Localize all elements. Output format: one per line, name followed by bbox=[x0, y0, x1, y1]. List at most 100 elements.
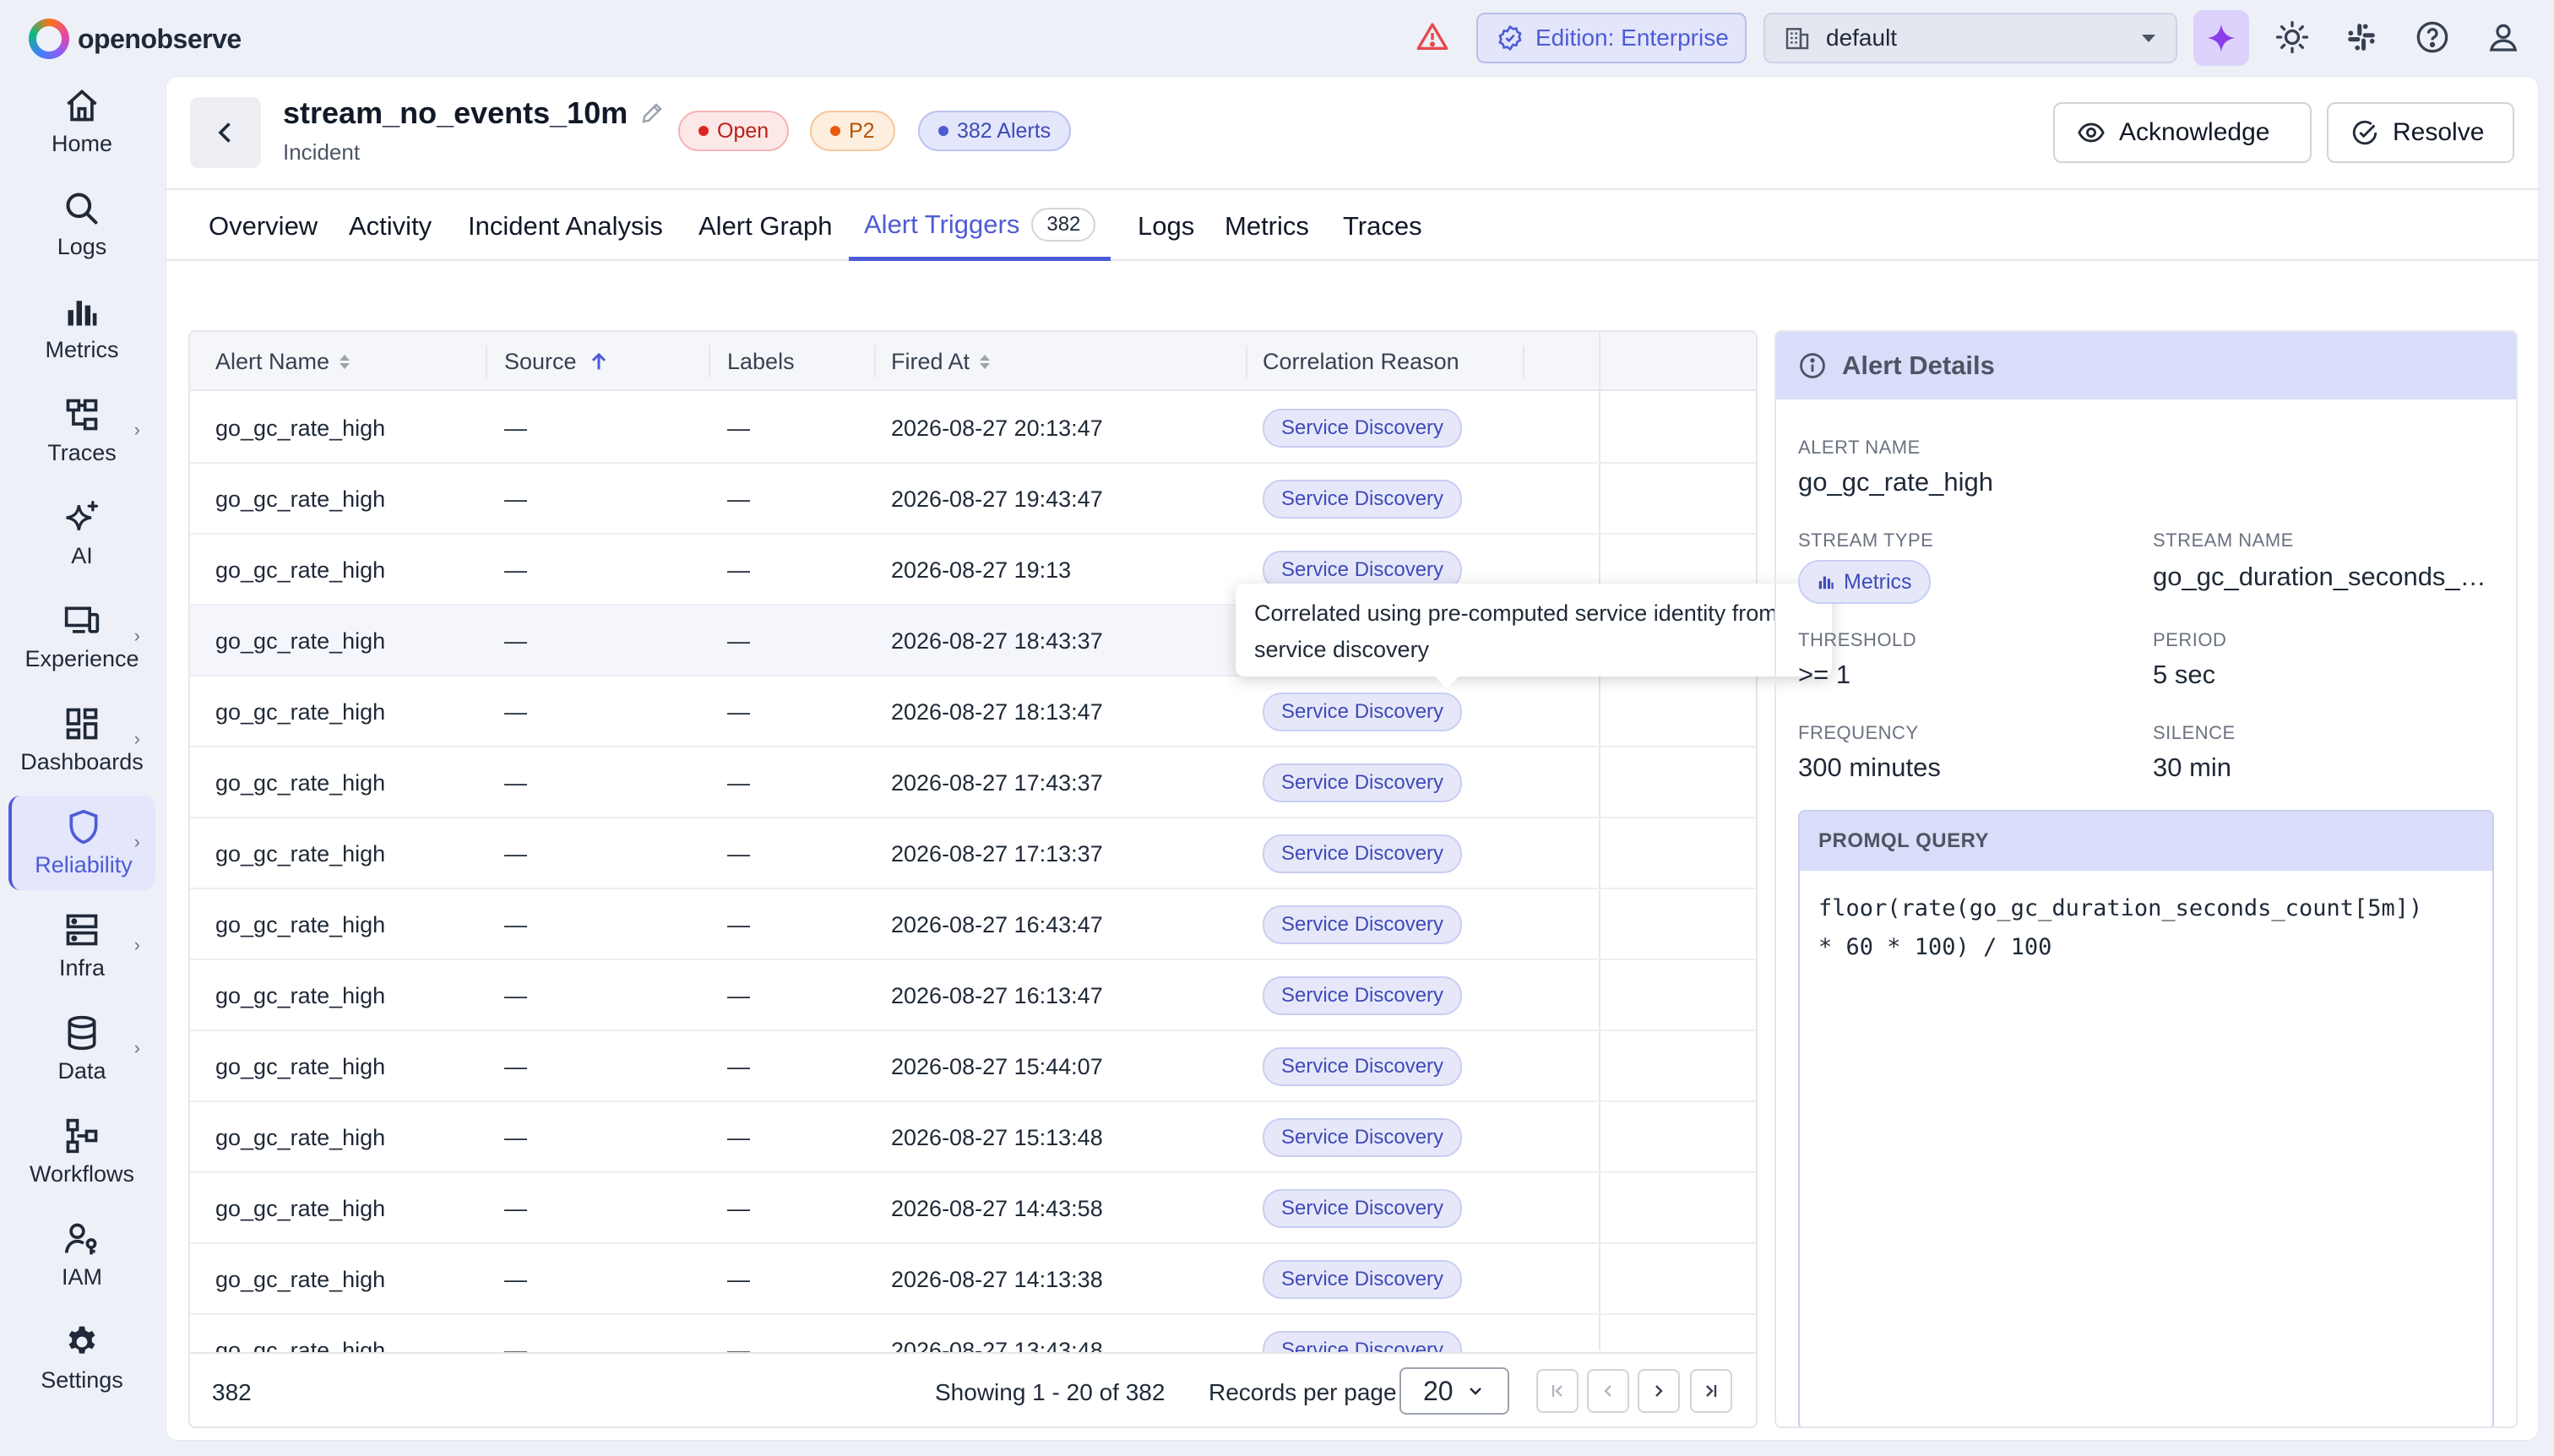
promql-query-text[interactable]: floor(rate(go_gc_duration_seconds_count[… bbox=[1800, 871, 2492, 986]
cell-name: go_gc_rate_high bbox=[215, 840, 386, 867]
cell-fired-at: 2026-08-27 18:13:47 bbox=[891, 698, 1103, 725]
sidebar-item-dashboards[interactable]: Dashboards › bbox=[8, 693, 155, 787]
column-header-alert-name[interactable]: Alert Name bbox=[215, 332, 350, 391]
table-row[interactable]: go_gc_rate_high — — 2026-08-27 17:43:37 Serv… bbox=[190, 747, 1756, 818]
column-divider[interactable] bbox=[709, 345, 710, 378]
back-button[interactable] bbox=[190, 97, 261, 168]
tab-activity[interactable]: Activity bbox=[349, 192, 432, 261]
column-divider[interactable] bbox=[1246, 345, 1247, 378]
sidebar-item-metrics[interactable]: Metrics bbox=[8, 280, 155, 375]
search-icon bbox=[66, 192, 98, 225]
tab-incident-analysis[interactable]: Incident Analysis bbox=[468, 192, 663, 261]
correlation-reason-chip[interactable]: Service Discovery bbox=[1263, 976, 1463, 1015]
alert-name-value: go_gc_rate_high bbox=[1798, 467, 1993, 497]
table-row[interactable]: go_gc_rate_high — — 2026-08-27 16:43:47 Serv… bbox=[190, 889, 1756, 960]
sidebar-item-home[interactable]: Home bbox=[8, 74, 155, 169]
cell-correlation-reason: Service Discovery bbox=[1263, 747, 1463, 818]
table-row[interactable]: go_gc_rate_high — — 2026-08-27 17:13:37 Serv… bbox=[190, 818, 1756, 889]
sidebar-item-traces[interactable]: Traces › bbox=[8, 383, 155, 478]
records-per-page-select[interactable]: 20 bbox=[1399, 1367, 1509, 1415]
table-row[interactable]: go_gc_rate_high — — 2026-08-27 15:44:07 Serv… bbox=[190, 1031, 1756, 1102]
tab-overview[interactable]: Overview bbox=[209, 192, 318, 261]
next-page-button[interactable] bbox=[1638, 1369, 1680, 1413]
tab-alert-graph[interactable]: Alert Graph bbox=[698, 192, 833, 261]
first-page-icon bbox=[1551, 1385, 1562, 1397]
acknowledge-button[interactable]: Acknowledge bbox=[2053, 102, 2312, 163]
column-header-fired-at[interactable]: Fired At bbox=[891, 332, 991, 391]
theme-toggle-sun-icon[interactable] bbox=[2274, 19, 2311, 56]
help-icon[interactable] bbox=[2414, 19, 2451, 56]
correlation-reason-chip[interactable]: Service Discovery bbox=[1263, 763, 1463, 802]
table-row[interactable]: go_gc_rate_high — — 2026-08-27 18:13:47 Serv… bbox=[190, 676, 1756, 747]
cell-name: go_gc_rate_high bbox=[215, 982, 386, 1008]
column-header-labels[interactable]: Labels bbox=[727, 332, 795, 391]
logo[interactable]: openobserve bbox=[29, 19, 242, 59]
cell-name: go_gc_rate_high bbox=[215, 1124, 386, 1150]
table-row[interactable]: go_gc_rate_high — — 2026-08-27 13:43:48 Serv… bbox=[190, 1315, 1756, 1352]
logo-mark-icon bbox=[29, 19, 69, 59]
correlation-reason-chip[interactable]: Service Discovery bbox=[1263, 905, 1463, 944]
table-row[interactable]: go_gc_rate_high — — 2026-08-27 19:43:47 Serv… bbox=[190, 464, 1756, 535]
table-row[interactable]: go_gc_rate_high — — 2026-08-27 20:13:47 Serv… bbox=[190, 393, 1756, 464]
correlation-reason-chip[interactable]: Service Discovery bbox=[1263, 409, 1463, 448]
column-header-source[interactable]: Source bbox=[504, 332, 611, 391]
warning-icon[interactable] bbox=[1416, 20, 1449, 54]
column-divider[interactable] bbox=[1523, 345, 1524, 378]
table-row[interactable]: go_gc_rate_high — — 2026-08-27 14:43:58 Serv… bbox=[190, 1173, 1756, 1244]
user-profile-icon[interactable] bbox=[2485, 19, 2522, 56]
table-row[interactable]: go_gc_rate_high — — 2026-08-27 14:13:38 Serv… bbox=[190, 1244, 1756, 1315]
correlation-reason-chip[interactable]: Service Discovery bbox=[1263, 1260, 1463, 1299]
slack-icon[interactable] bbox=[2343, 19, 2380, 56]
cell-fired-at: 2026-08-27 19:13 bbox=[891, 557, 1072, 583]
sidebar-item-infra[interactable]: Infra › bbox=[8, 899, 155, 993]
check-circle-icon bbox=[2352, 120, 2377, 145]
cell-source: — bbox=[504, 840, 527, 867]
tab-logs[interactable]: Logs bbox=[1138, 192, 1194, 261]
correlation-reason-chip[interactable]: Service Discovery bbox=[1263, 1331, 1463, 1352]
previous-page-button[interactable] bbox=[1587, 1369, 1629, 1413]
column-divider[interactable] bbox=[486, 345, 487, 378]
sidebar-item-experience[interactable]: Experience › bbox=[8, 589, 155, 684]
sidebar-item-settings[interactable]: Settings bbox=[8, 1311, 155, 1405]
sidebar-item-data[interactable]: Data › bbox=[8, 1002, 155, 1096]
last-page-button[interactable] bbox=[1690, 1369, 1732, 1413]
frequency-value: 300 minutes bbox=[1798, 752, 1941, 782]
correlation-reason-chip[interactable]: Service Discovery bbox=[1263, 1047, 1463, 1086]
edit-pencil-icon[interactable] bbox=[639, 101, 665, 126]
column-divider[interactable] bbox=[874, 345, 876, 378]
sidebar-item-reliability[interactable]: Reliability › bbox=[8, 796, 155, 890]
table-row[interactable]: go_gc_rate_high — — 2026-08-27 15:13:48 Serv… bbox=[190, 1102, 1756, 1173]
sidebar-item-ai[interactable]: AI bbox=[8, 486, 155, 581]
sidebar-item-iam[interactable]: IAM bbox=[8, 1208, 155, 1302]
sidebar-item-label: Dashboards bbox=[20, 748, 144, 774]
correlation-reason-chip[interactable]: Service Discovery bbox=[1263, 834, 1463, 873]
sort-icon bbox=[980, 354, 991, 369]
first-page-button[interactable] bbox=[1536, 1369, 1579, 1413]
tab-alert-triggers[interactable]: Alert Triggers 382 bbox=[849, 192, 1111, 261]
tab-metrics[interactable]: Metrics bbox=[1225, 192, 1309, 261]
correlation-reason-chip[interactable]: Service Discovery bbox=[1263, 693, 1463, 731]
sidebar-item-workflows[interactable]: Workflows bbox=[8, 1105, 155, 1199]
table-row[interactable]: go_gc_rate_high — — 2026-08-27 16:13:47 Serv… bbox=[190, 960, 1756, 1031]
correlation-reason-chip[interactable]: Service Discovery bbox=[1263, 480, 1463, 519]
correlation-reason-chip[interactable]: Service Discovery bbox=[1263, 1118, 1463, 1157]
cell-fired-at: 2026-08-27 16:13:47 bbox=[891, 982, 1103, 1008]
tab-traces[interactable]: Traces bbox=[1343, 192, 1422, 261]
cell-labels: — bbox=[727, 769, 750, 796]
cell-source: — bbox=[504, 557, 527, 583]
cell-labels: — bbox=[727, 698, 750, 725]
cell-source: — bbox=[504, 627, 527, 654]
correlation-reason-chip[interactable]: Service Discovery bbox=[1263, 1189, 1463, 1228]
organization-select[interactable]: default bbox=[1763, 13, 2177, 63]
silence-label: SILENCE bbox=[2153, 722, 2236, 743]
last-page-icon bbox=[1706, 1385, 1717, 1397]
column-header-correlation-reason[interactable]: Correlation Reason bbox=[1263, 332, 1459, 391]
cell-name: go_gc_rate_high bbox=[215, 415, 386, 441]
edition-badge[interactable]: Edition: Enterprise bbox=[1476, 13, 1747, 63]
info-icon bbox=[1800, 353, 1825, 378]
tab-count-badge: 382 bbox=[1031, 207, 1096, 242]
alert-details-panel: Alert Details ALERT NAME go_gc_rate_high… bbox=[1774, 330, 2518, 1428]
sidebar-item-logs[interactable]: Logs bbox=[8, 177, 155, 272]
ai-assistant-button[interactable] bbox=[2193, 10, 2249, 66]
resolve-button[interactable]: Resolve bbox=[2327, 102, 2514, 163]
